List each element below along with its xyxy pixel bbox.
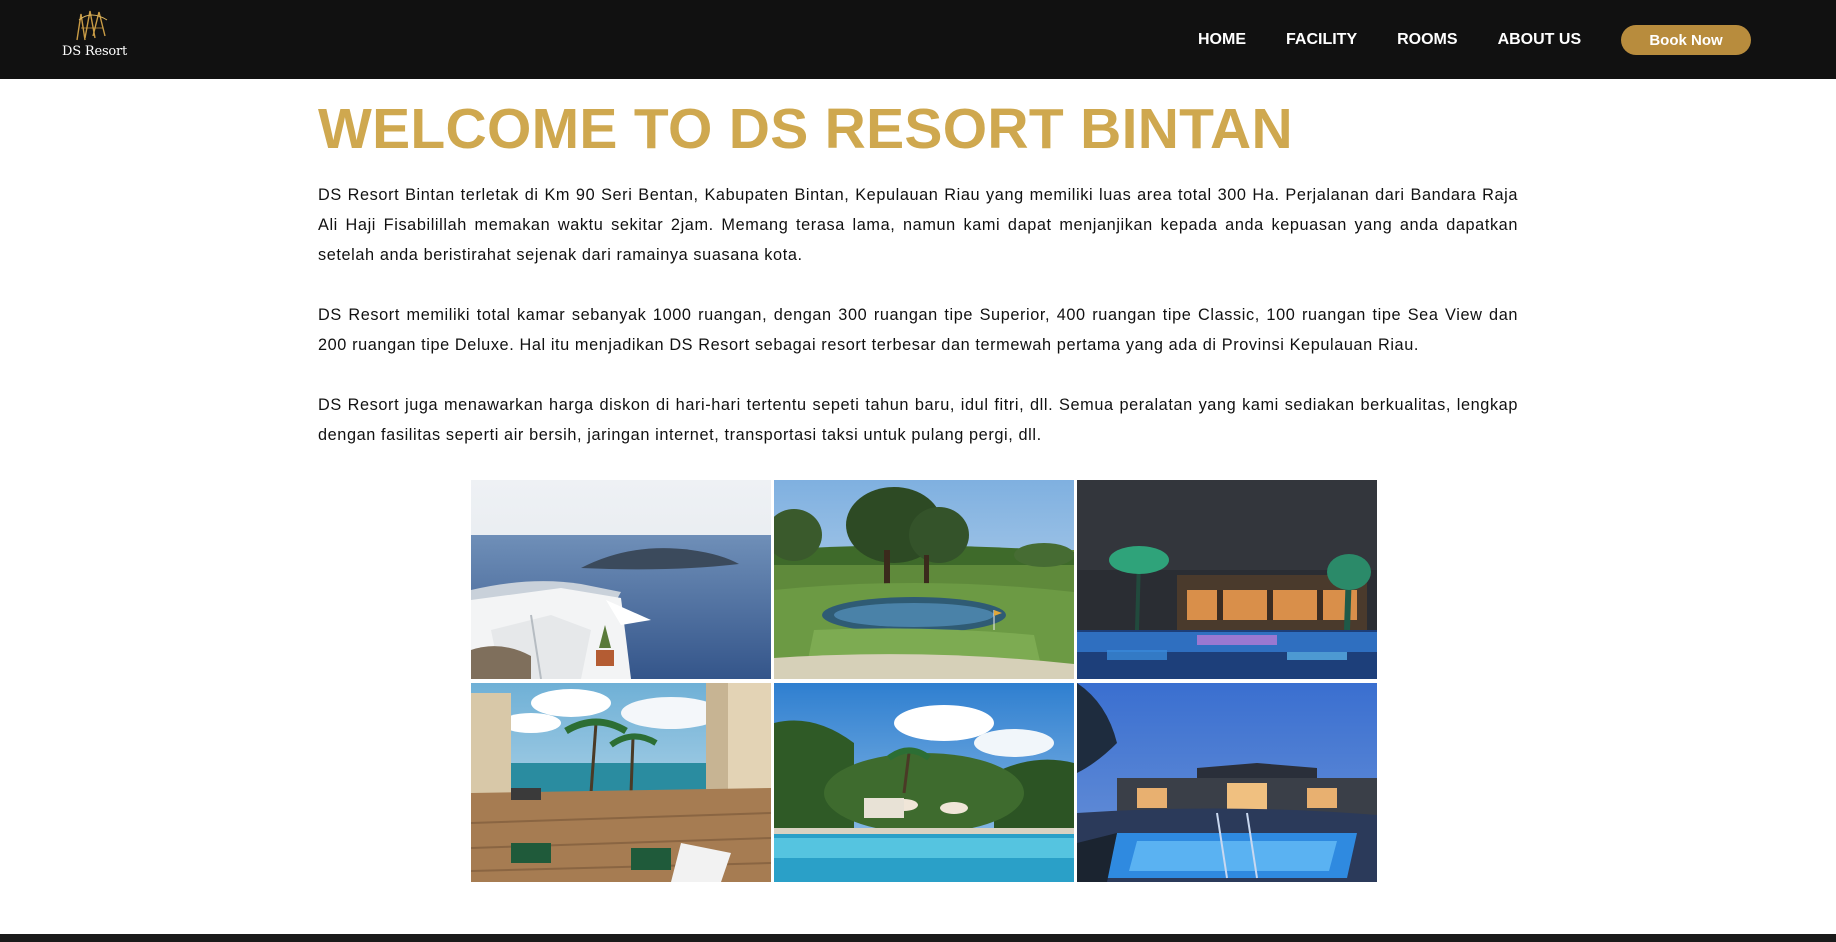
nav-about-us[interactable]: ABOUT US xyxy=(1498,31,1582,49)
gallery-photo-villa-pool[interactable] xyxy=(1077,683,1377,882)
nav-facility[interactable]: FACILITY xyxy=(1286,31,1357,49)
gallery-photo-golf-course[interactable] xyxy=(774,480,1074,679)
page-title: WELCOME TO DS RESORT BINTAN xyxy=(318,97,1293,161)
ds-resort-logo[interactable]: DS Resort xyxy=(62,8,128,64)
gallery-photo-garden-pool[interactable] xyxy=(774,683,1074,882)
rooms-paragraph: DS Resort memiliki total kamar sebanyak … xyxy=(318,306,1518,354)
gallery-photo-night-pool[interactable] xyxy=(1077,480,1377,679)
gallery-photo-sea-view[interactable] xyxy=(471,480,771,679)
intro-paragraph: DS Resort Bintan terletak di Km 90 Seri … xyxy=(318,186,1518,264)
logo-text: DS Resort xyxy=(62,44,128,59)
book-now-button[interactable]: Book Now xyxy=(1621,25,1751,55)
logo-emblem-icon xyxy=(76,10,108,41)
offers-paragraph: DS Resort juga menawarkan harga diskon d… xyxy=(318,396,1518,444)
main-nav: HOME FACILITY ROOMS ABOUT US xyxy=(1198,0,1621,79)
footer-bar xyxy=(0,934,1836,942)
nav-home[interactable]: HOME xyxy=(1198,31,1246,49)
photo-gallery xyxy=(471,480,1377,882)
site-header: DS Resort HOME FACILITY ROOMS ABOUT US B… xyxy=(0,0,1836,79)
gallery-photo-beach-deck[interactable] xyxy=(471,683,771,882)
nav-rooms[interactable]: ROOMS xyxy=(1397,31,1457,49)
